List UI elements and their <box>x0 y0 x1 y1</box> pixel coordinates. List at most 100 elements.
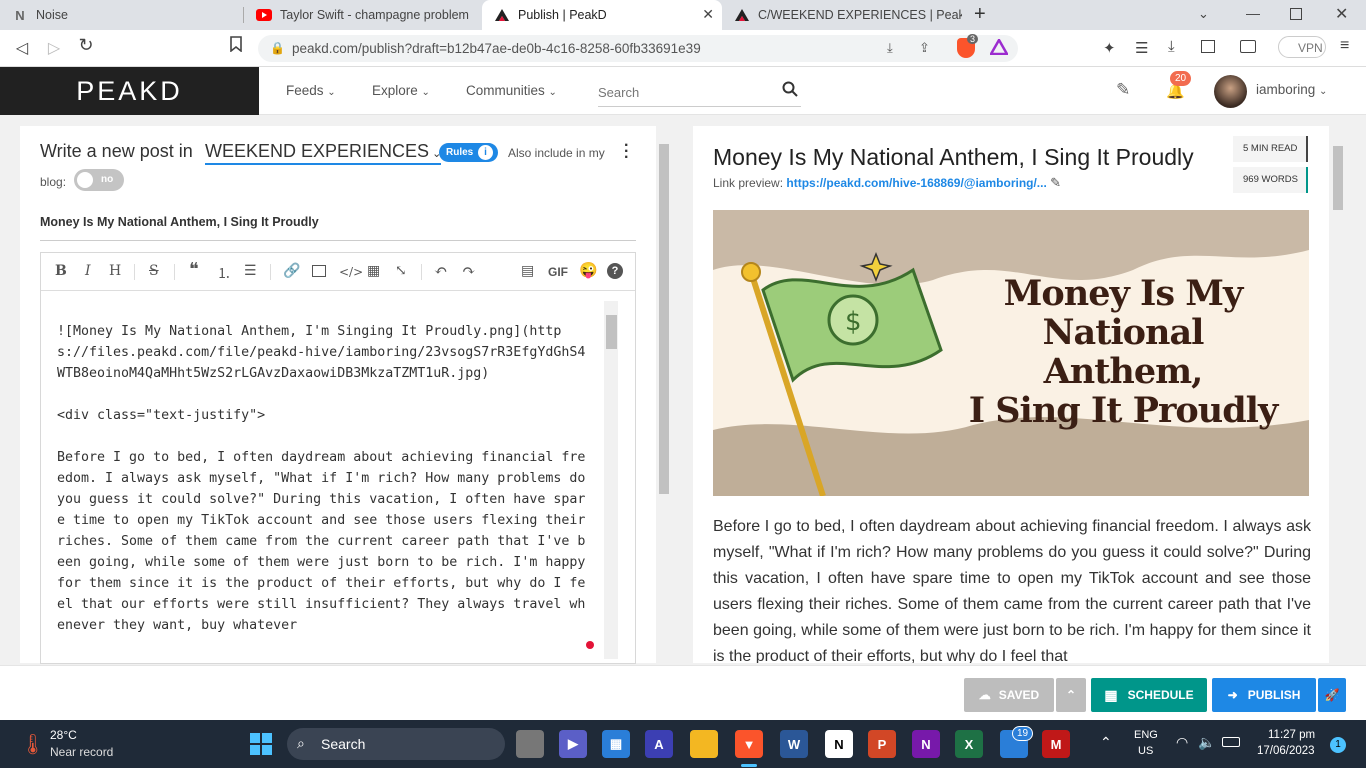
menu-explore[interactable]: Explore ⌄ <box>372 83 430 98</box>
back-icon[interactable]: ◁ <box>12 38 32 58</box>
user-menu[interactable]: iamboring ⌄ <box>1256 82 1327 97</box>
strikethrough-icon[interactable]: S <box>149 263 159 279</box>
weather-status[interactable]: Near record <box>50 745 113 759</box>
install-icon[interactable]: ⤓ <box>887 40 893 56</box>
quote-icon[interactable]: ❝ <box>189 259 199 280</box>
meet-icon[interactable]: ▶ <box>559 730 587 758</box>
wifi-icon[interactable]: ◠ <box>1176 734 1188 751</box>
sidebar-icon[interactable] <box>1201 40 1215 53</box>
avatar[interactable] <box>1214 75 1247 108</box>
scroll-thumb[interactable] <box>1333 146 1343 210</box>
save-options-button[interactable]: ⌃ <box>1056 678 1086 712</box>
left-scrollbar[interactable] <box>658 142 670 662</box>
heading-icon[interactable]: H <box>109 263 121 279</box>
url-field[interactable]: 🔒 peakd.com/publish?draft=b12b47ae-de0b-… <box>258 35 1018 62</box>
blog-toggle[interactable]: no <box>74 169 124 191</box>
snippets-icon[interactable]: ▤ <box>521 263 534 279</box>
volume-icon[interactable]: 🔈 <box>1198 734 1215 751</box>
reload-icon[interactable]: ↻ <box>76 35 96 56</box>
menu-icon[interactable]: ≡ <box>1340 37 1349 55</box>
powerpoint-icon[interactable]: P <box>868 730 896 758</box>
search-icon[interactable] <box>782 81 798 102</box>
menu-feeds[interactable]: Feeds ⌄ <box>286 83 336 98</box>
ordered-list-icon[interactable]: ⒈ <box>217 263 231 283</box>
share-icon[interactable]: ⇪ <box>919 40 930 56</box>
task-view-icon[interactable] <box>516 730 544 758</box>
close-window-icon[interactable]: ✕ <box>1335 4 1348 24</box>
emoji-icon[interactable]: 😜 <box>579 261 598 279</box>
clock-date[interactable]: 17/06/2023 <box>1257 745 1315 757</box>
editor-scrollbar[interactable] <box>604 301 618 659</box>
compose-prefix: Write a new post in <box>40 141 193 161</box>
gif-button[interactable]: GIF <box>548 265 568 279</box>
peakd-logo[interactable]: PEAKD <box>0 67 259 115</box>
brave-shield-icon[interactable]: 3 <box>957 34 979 58</box>
downloads-icon[interactable]: ⤓ <box>1168 38 1175 55</box>
forward-icon[interactable]: ▷ <box>44 38 64 58</box>
brave-rewards-icon[interactable] <box>988 37 1010 60</box>
chevron-down-icon[interactable]: ⌄ <box>1198 6 1209 22</box>
image-icon[interactable] <box>312 265 326 277</box>
tab-noise[interactable]: N Noise <box>0 0 243 30</box>
edit-icon[interactable]: ✎ <box>1050 175 1061 190</box>
fullscreen-icon[interactable]: ⤡ <box>395 263 407 279</box>
title-input[interactable]: Money Is My National Anthem, I Sing It P… <box>40 215 636 241</box>
taskbar-search[interactable]: ⌕ Search <box>287 728 505 760</box>
close-tab-icon[interactable]: ✕ <box>702 6 714 23</box>
clock-time[interactable]: 11:27 pm <box>1268 729 1315 741</box>
rocket-button[interactable]: 🚀 <box>1318 678 1346 712</box>
notification-center-badge[interactable]: 1 <box>1330 737 1346 753</box>
affinity-icon[interactable]: A <box>645 730 673 758</box>
undo-icon[interactable]: ↶ <box>434 261 447 280</box>
community-selector[interactable]: WEEKEND EXPERIENCES ⌄ <box>205 141 442 165</box>
redo-icon[interactable]: ↷ <box>462 261 475 280</box>
store-icon[interactable]: ▦ <box>602 730 630 758</box>
tab-publish[interactable]: Publish | PeakD ✕ <box>482 0 722 30</box>
schedule-button[interactable]: ▦ SCHEDULE <box>1091 678 1207 712</box>
italic-icon[interactable]: I <box>85 263 91 279</box>
language[interactable]: ENG <box>1134 729 1158 741</box>
editor-body[interactable]: ![Money Is My National Anthem, I'm Singi… <box>57 321 587 636</box>
scroll-thumb[interactable] <box>659 144 669 494</box>
excel-icon[interactable]: X <box>955 730 983 758</box>
word-icon[interactable]: W <box>780 730 808 758</box>
battery-icon[interactable] <box>1222 737 1240 747</box>
help-icon[interactable]: ? <box>607 263 623 279</box>
more-options-icon[interactable]: · · · <box>624 138 629 166</box>
scroll-thumb[interactable] <box>606 315 617 349</box>
extensions-icon[interactable]: ✦ <box>1103 39 1116 57</box>
taskbar-search-label: Search <box>321 736 366 752</box>
saved-button[interactable]: ☁ SAVED <box>964 678 1054 712</box>
wallet-icon[interactable] <box>1240 40 1256 53</box>
rules-button[interactable]: Rules i <box>439 143 498 162</box>
bookmark-icon[interactable] <box>226 36 246 57</box>
link-url[interactable]: https://peakd.com/hive-168869/@iamboring… <box>786 176 1046 190</box>
onenote-icon[interactable]: N <box>912 730 940 758</box>
brave-icon[interactable]: ▼ <box>735 730 763 758</box>
right-scrollbar[interactable] <box>1331 126 1345 663</box>
temperature[interactable]: 28°C <box>50 728 77 742</box>
markdown-editor[interactable]: B I H S ❝ ⒈ ☰ 🔗 </> ▦ ⤡ ↶ ↷ ▤ GIF 😜 ? ![… <box>40 252 636 664</box>
search-input[interactable]: Search <box>598 77 801 107</box>
publish-button[interactable]: ➜ PUBLISH <box>1212 678 1316 712</box>
menu-communities[interactable]: Communities ⌄ <box>466 83 557 98</box>
notion-icon[interactable]: N <box>825 730 853 758</box>
file-explorer-icon[interactable] <box>690 730 718 758</box>
chevron-up-icon[interactable]: ⌃ <box>1100 734 1112 751</box>
vpn-button[interactable]: VPN <box>1278 36 1326 58</box>
new-tab-icon[interactable]: + <box>974 3 986 26</box>
region[interactable]: US <box>1138 745 1153 757</box>
code-icon[interactable]: </> <box>339 265 363 279</box>
unordered-list-icon[interactable]: ☰ <box>244 263 257 279</box>
link-icon[interactable]: 🔗 <box>283 263 300 279</box>
start-icon[interactable] <box>247 730 275 758</box>
mcafee-icon[interactable]: M <box>1042 730 1070 758</box>
playlist-icon[interactable]: ☰ <box>1135 39 1148 57</box>
maximize-icon[interactable] <box>1290 8 1302 20</box>
minimize-icon[interactable]: — <box>1246 5 1260 21</box>
tab-weekend[interactable]: C/WEEKEND EXPERIENCES | PeakD <box>722 0 962 30</box>
table-icon[interactable]: ▦ <box>367 263 380 279</box>
bold-icon[interactable]: B <box>55 263 67 279</box>
edit-icon[interactable]: ✎ <box>1116 80 1130 100</box>
tab-youtube[interactable]: Taylor Swift - champagne problem <box>244 0 482 30</box>
